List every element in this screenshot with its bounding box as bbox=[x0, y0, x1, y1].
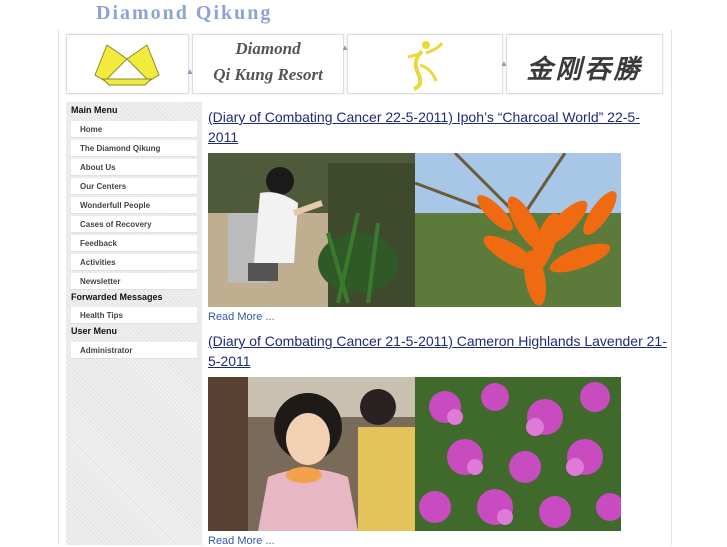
article-photo-woman-crouching[interactable] bbox=[208, 153, 415, 307]
site-title: Diamond Qikung bbox=[96, 2, 273, 24]
main-menu-heading: Main Menu bbox=[71, 105, 118, 115]
chinese-title: 金刚吞勝 bbox=[526, 55, 643, 84]
article-photo-smiling-girl[interactable] bbox=[208, 377, 415, 531]
article-title-link[interactable]: (Diary of Combating Cancer 21-5-2011) Ca… bbox=[208, 331, 668, 371]
article-photo-lavender-flowers[interactable] bbox=[415, 377, 621, 531]
sidebar-item-home[interactable]: Home bbox=[71, 121, 197, 138]
sidebar-item-health-tips[interactable]: Health Tips bbox=[71, 307, 197, 324]
sidebar-item-activities[interactable]: Activities bbox=[71, 254, 197, 271]
sidebar-item-our-centers[interactable]: Our Centers bbox=[71, 178, 197, 195]
sidebar-item-diamond-qikung[interactable]: The Diamond Qikung bbox=[71, 140, 197, 157]
banner-figure-logo[interactable] bbox=[347, 34, 503, 94]
hands-diamond-icon bbox=[94, 44, 160, 86]
article-photo-orange-flowers[interactable] bbox=[415, 153, 621, 307]
sidebar-item-wonderfull-people[interactable]: Wonderfull People bbox=[71, 197, 197, 214]
sidebar: Main Menu Home The Diamond Qikung About … bbox=[66, 102, 202, 545]
banner-chinese-title[interactable]: 金刚吞勝 bbox=[506, 34, 663, 94]
sidebar-item-administrator[interactable]: Administrator bbox=[71, 342, 197, 359]
read-more-link[interactable]: Read More ... bbox=[208, 535, 275, 547]
sidebar-item-cases-of-recovery[interactable]: Cases of Recovery bbox=[71, 216, 197, 233]
resort-title-line2: Qi Kung Resort bbox=[213, 65, 323, 84]
dancing-figure-icon bbox=[407, 41, 444, 91]
sidebar-item-newsletter[interactable]: Newsletter bbox=[71, 273, 197, 290]
banner-resort-title[interactable]: Diamond Qi Kung Resort bbox=[192, 34, 344, 94]
sidebar-item-about-us[interactable]: About Us bbox=[71, 159, 197, 176]
read-more-link[interactable]: Read More ... bbox=[208, 311, 275, 323]
banner-hands-logo[interactable] bbox=[66, 34, 189, 94]
forwarded-messages-heading: Forwarded Messages bbox=[71, 292, 163, 302]
resort-title-line1: Diamond bbox=[235, 39, 301, 58]
user-menu-heading: User Menu bbox=[71, 326, 118, 336]
article-title-link[interactable]: (Diary of Combating Cancer 22-5-2011) Ip… bbox=[208, 107, 668, 147]
sidebar-item-feedback[interactable]: Feedback bbox=[71, 235, 197, 252]
